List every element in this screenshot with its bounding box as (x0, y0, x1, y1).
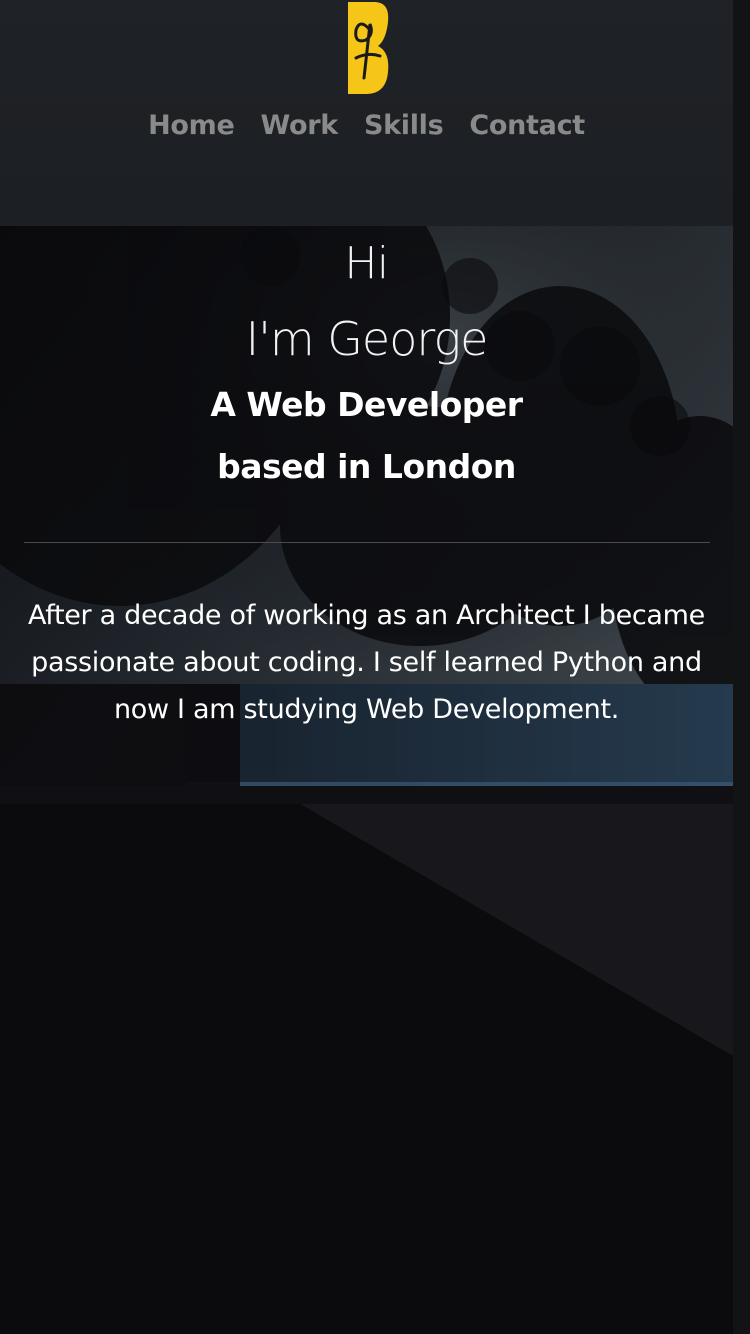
hero-role: A Web Developer based in London (0, 374, 733, 498)
hero-name: I'm George (245, 312, 489, 366)
scrollbar[interactable] (733, 0, 750, 1334)
nav-home-link[interactable]: Home (148, 110, 235, 141)
page: Home Work Skills Contact Hi I'm George A… (0, 0, 750, 1334)
nav-work-link[interactable]: Work (260, 110, 338, 141)
nav-skills-link[interactable]: Skills (364, 110, 444, 141)
logo-icon[interactable] (340, 0, 396, 100)
hero-content: Hi I'm George A Web Developer based in L… (0, 226, 733, 733)
hero-section: Hi I'm George A Web Developer based in L… (0, 226, 733, 1334)
hero-role-line1: A Web Developer (210, 385, 523, 424)
nav-contact-link[interactable]: Contact (469, 110, 585, 141)
hero-divider (23, 542, 710, 543)
hero-bio: After a decade of working as an Architec… (28, 600, 705, 725)
site-header: Home Work Skills Contact (0, 0, 733, 226)
main-nav: Home Work Skills Contact (0, 110, 733, 141)
hero-role-line2: based in London (217, 447, 516, 486)
hero-greeting: Hi (344, 238, 389, 289)
